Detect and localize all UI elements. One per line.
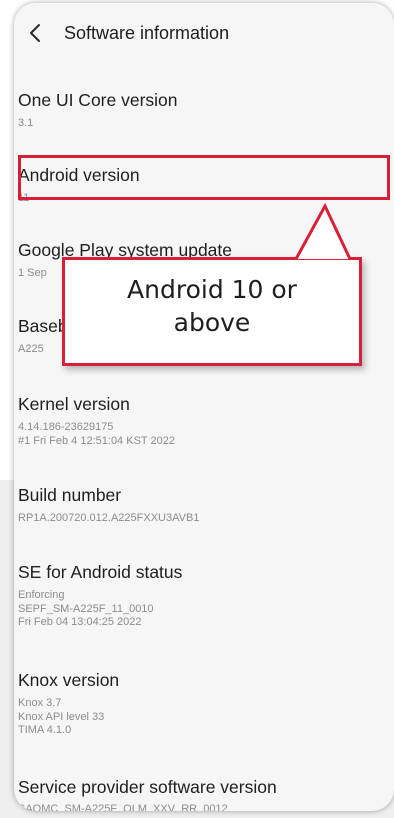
page-title: Software information	[64, 23, 230, 43]
item-value: TIMA 4.1.0	[18, 724, 72, 736]
item-value: Knox API level 33	[18, 710, 105, 723]
list-item-se-android-status[interactable]: SE for Android status Enforcing SEPF_SM-…	[14, 562, 394, 636]
back-icon[interactable]	[26, 21, 46, 45]
phone-screen: Software information One UI Core version…	[14, 3, 394, 811]
item-value: #1 Fri Feb 4 12:51:04 KST 2022	[18, 434, 175, 447]
callout-line-1: Android 10 or	[127, 275, 297, 304]
item-title: Build number	[18, 485, 122, 505]
app-header: Software information	[14, 3, 394, 65]
item-title: Knox version	[18, 670, 120, 690]
item-value: Fri Feb 04 13:04:25 2022	[18, 616, 142, 628]
item-title: SE for Android status	[18, 562, 183, 582]
item-value: 4.14.186-23629175	[18, 421, 114, 433]
callout-line-2: above	[173, 308, 251, 337]
item-title: One UI Core version	[18, 90, 178, 110]
list-item-one-ui-version[interactable]: One UI Core version 3.1	[14, 90, 394, 134]
item-value: 1 Sep	[18, 267, 47, 279]
item-value: A225	[18, 343, 44, 355]
list-item-knox-version[interactable]: Knox version Knox 3.7 Knox API level 33 …	[14, 670, 394, 744]
item-value: SEPF_SM-A225F_11_0010	[18, 602, 154, 615]
list-item-service-provider-version[interactable]: Service provider software version SAOMC_…	[14, 777, 394, 811]
item-title: Kernel version	[18, 394, 130, 414]
list-item-build-number[interactable]: Build number RP1A.200720.012.A225FXXU3AV…	[14, 485, 394, 529]
item-title: Service provider software version	[18, 777, 277, 797]
item-value: 3.1	[18, 117, 34, 129]
callout-text: Android 10 or above	[65, 273, 359, 339]
item-value: SAOMC_SM-A225F_OLM_XXV_RR_0012	[18, 803, 228, 811]
list-item-kernel-version[interactable]: Kernel version 4.14.186-23629175 #1 Fri …	[14, 394, 394, 454]
callout-box: Android 10 or above	[62, 257, 362, 366]
item-value: Enforcing	[18, 589, 65, 601]
highlight-android-version	[18, 155, 390, 200]
item-value: Knox 3.7	[18, 697, 62, 709]
item-value: RP1A.200720.012.A225FXXU3AVB1	[18, 512, 200, 524]
